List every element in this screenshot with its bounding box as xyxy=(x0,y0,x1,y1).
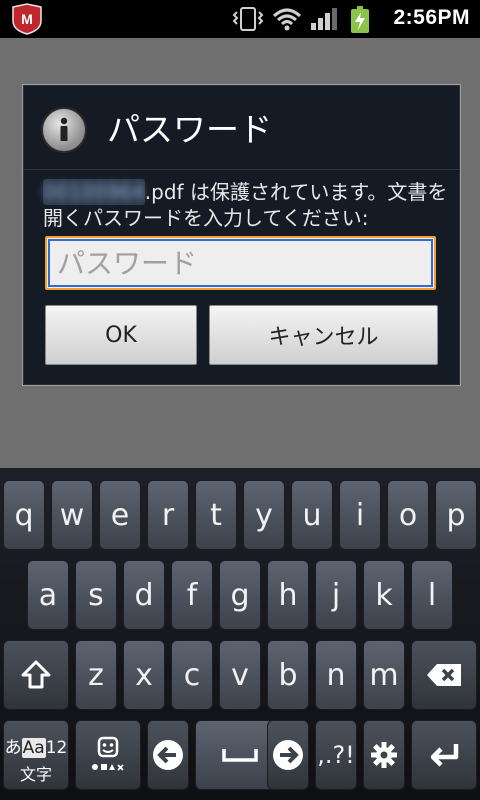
key-u[interactable]: u xyxy=(291,480,333,550)
symbols-key[interactable]: ,.?! xyxy=(315,720,357,790)
dialog-title: パスワード xyxy=(107,110,272,149)
mode-hiragana: あ xyxy=(4,738,22,758)
key-m[interactable]: m xyxy=(363,640,405,710)
enter-key[interactable] xyxy=(411,720,477,790)
input-mode-key[interactable]: あAa12 文字 xyxy=(3,720,69,790)
key-b[interactable]: b xyxy=(267,640,309,710)
settings-icon xyxy=(369,740,399,770)
backspace-icon xyxy=(425,662,463,688)
key-x[interactable]: x xyxy=(123,640,165,710)
enter-icon xyxy=(426,741,462,769)
key-w[interactable]: w xyxy=(51,480,93,550)
mcafee-icon: M xyxy=(10,3,44,35)
key-y[interactable]: y xyxy=(243,480,285,550)
key-n[interactable]: n xyxy=(315,640,357,710)
soft-keyboard: q w e r t y u i o p a s d f g h j k l z … xyxy=(0,468,480,800)
backspace-key[interactable] xyxy=(411,640,477,710)
key-f[interactable]: f xyxy=(171,560,213,630)
key-p[interactable]: p xyxy=(435,480,477,550)
cursor-left-key[interactable] xyxy=(147,720,189,790)
cursor-right-key[interactable] xyxy=(267,720,309,790)
key-s[interactable]: s xyxy=(75,560,117,630)
emoji-key[interactable] xyxy=(75,720,141,790)
key-h[interactable]: h xyxy=(267,560,309,630)
key-i[interactable]: i xyxy=(339,480,381,550)
ok-button[interactable]: OK xyxy=(45,305,197,365)
protected-filename: 00100964 xyxy=(43,179,145,205)
battery-charging-icon xyxy=(350,6,370,38)
shift-icon xyxy=(21,659,51,691)
status-bar: M 2:56PM xyxy=(0,0,480,38)
key-v[interactable]: v xyxy=(219,640,261,710)
space-icon xyxy=(220,745,260,765)
input-mode-top: あAa12 xyxy=(4,733,68,758)
mode-alpha: Aa xyxy=(21,738,46,758)
key-d[interactable]: d xyxy=(123,560,165,630)
key-o[interactable]: o xyxy=(387,480,429,550)
key-g[interactable]: g xyxy=(219,560,261,630)
key-z[interactable]: z xyxy=(75,640,117,710)
mode-number: 12 xyxy=(45,738,68,758)
key-j[interactable]: j xyxy=(315,560,357,630)
input-mode-label: 文字 xyxy=(19,765,52,784)
key-a[interactable]: a xyxy=(27,560,69,630)
key-e[interactable]: e xyxy=(99,480,141,550)
info-icon xyxy=(41,107,87,153)
left-arrow-icon xyxy=(151,738,185,772)
key-r[interactable]: r xyxy=(147,480,189,550)
cancel-button[interactable]: キャンセル xyxy=(209,305,438,365)
dialog-message-line1: .pdf は保護されています。文書を xyxy=(144,180,448,204)
key-c[interactable]: c xyxy=(171,640,213,710)
emoji-icon xyxy=(91,736,125,774)
shift-key[interactable] xyxy=(3,640,69,710)
status-clock: 2:56PM xyxy=(393,6,470,29)
password-dialog: パスワード 00100964.pdf は保護されています。文書を 開くパスワード… xyxy=(22,84,461,386)
signal-icon xyxy=(310,6,338,36)
key-l[interactable]: l xyxy=(411,560,453,630)
key-t[interactable]: t xyxy=(195,480,237,550)
wifi-icon xyxy=(272,6,302,36)
settings-key[interactable] xyxy=(363,720,405,790)
password-input[interactable] xyxy=(45,236,436,290)
key-k[interactable]: k xyxy=(363,560,405,630)
dialog-message: 00100964.pdf は保護されています。文書を 開くパスワードを入力してく… xyxy=(43,179,453,231)
key-q[interactable]: q xyxy=(3,480,45,550)
right-arrow-icon xyxy=(271,738,305,772)
svg-text:M: M xyxy=(21,11,33,27)
dialog-message-line2: 開くパスワードを入力してください: xyxy=(43,206,369,230)
dialog-divider xyxy=(23,169,460,170)
vibrate-icon xyxy=(232,6,264,36)
